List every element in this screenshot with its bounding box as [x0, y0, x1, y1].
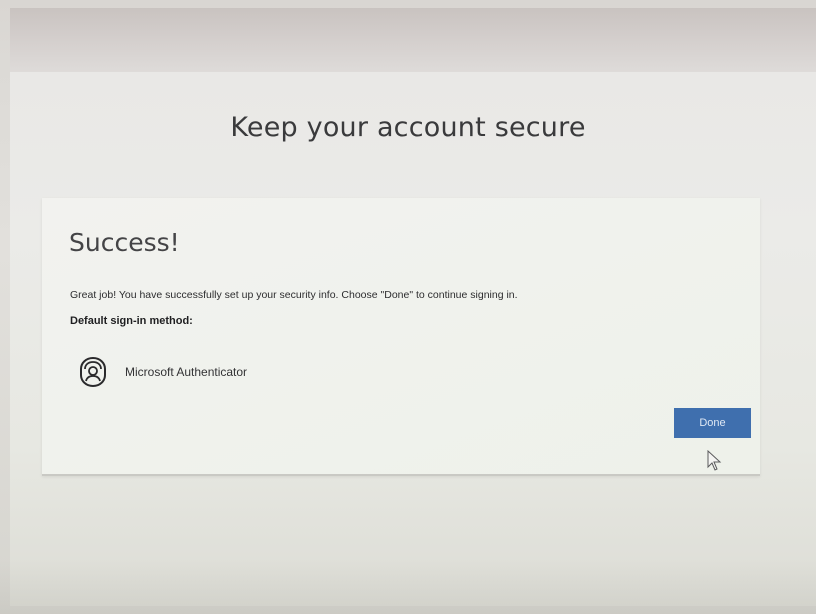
default-method-name: Microsoft Authenticator [125, 365, 248, 379]
mouse-pointer-icon [707, 450, 722, 471]
address-bar-text [310, 10, 570, 18]
done-button[interactable]: Done [674, 408, 751, 438]
browser-top-bar [10, 8, 816, 72]
photo-vignette [0, 560, 816, 614]
default-method-row: Microsoft Authenticator [78, 356, 247, 388]
page-title: Keep your account secure [230, 112, 586, 143]
success-heading: Success! [69, 228, 180, 257]
success-message: Great job! You have successfully set up … [70, 289, 518, 301]
success-card: Success! Great job! You have successfull… [42, 198, 760, 476]
authenticator-app-icon [78, 356, 108, 388]
default-method-label: Default sign-in method: [70, 315, 193, 327]
